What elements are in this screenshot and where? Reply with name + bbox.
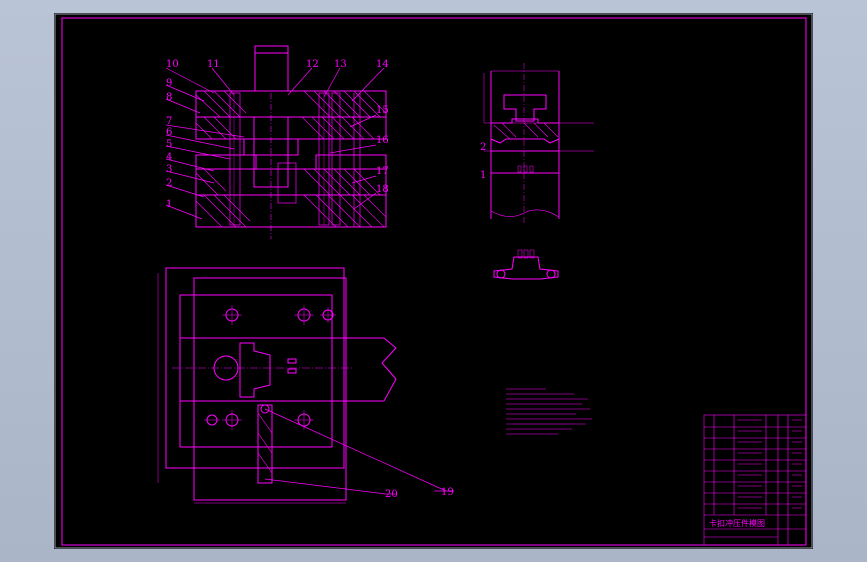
part-top-view <box>493 249 559 280</box>
callout-3: 3 <box>166 164 172 175</box>
callout-1: 1 <box>166 199 172 210</box>
callout-6: 6 <box>166 127 172 138</box>
die-assembly-section-view <box>195 45 387 239</box>
callout-2: 2 <box>166 178 172 189</box>
punch-plate <box>195 116 387 140</box>
callout-19: 19 <box>441 487 454 498</box>
callout-9: 9 <box>166 78 172 89</box>
callout-12: 12 <box>306 59 319 70</box>
callout-18: 18 <box>376 184 389 195</box>
callout-13: 13 <box>334 59 347 70</box>
part-label-2: 2 <box>480 142 486 153</box>
cad-drawing-canvas: 10 9 8 7 6 5 4 3 2 1 11 12 13 14 15 16 1… <box>54 13 813 549</box>
callout-7: 7 <box>166 116 172 127</box>
part-label-1: 1 <box>480 170 486 181</box>
callout-8: 8 <box>166 92 172 103</box>
callout-20: 20 <box>385 489 398 500</box>
drawing-frame <box>61 17 807 546</box>
drawing-title: 卡扣冲压件模图 <box>709 518 765 528</box>
callout-4: 4 <box>166 152 172 163</box>
callout-11: 11 <box>207 59 220 70</box>
callout-10: 10 <box>166 59 179 70</box>
callout-5: 5 <box>166 139 172 150</box>
lower-die-plan-view <box>157 267 454 504</box>
callout-17: 17 <box>376 166 389 177</box>
technical-notes <box>506 388 592 435</box>
callout-15: 15 <box>376 105 389 116</box>
part-front-view <box>483 63 594 225</box>
drawing-sheet: 10 9 8 7 6 5 4 3 2 1 11 12 13 14 15 16 1… <box>54 13 813 549</box>
callout-14: 14 <box>376 59 389 70</box>
lower-die-seat <box>195 194 387 228</box>
strip-break-line <box>381 337 397 402</box>
callout-16: 16 <box>376 135 389 146</box>
